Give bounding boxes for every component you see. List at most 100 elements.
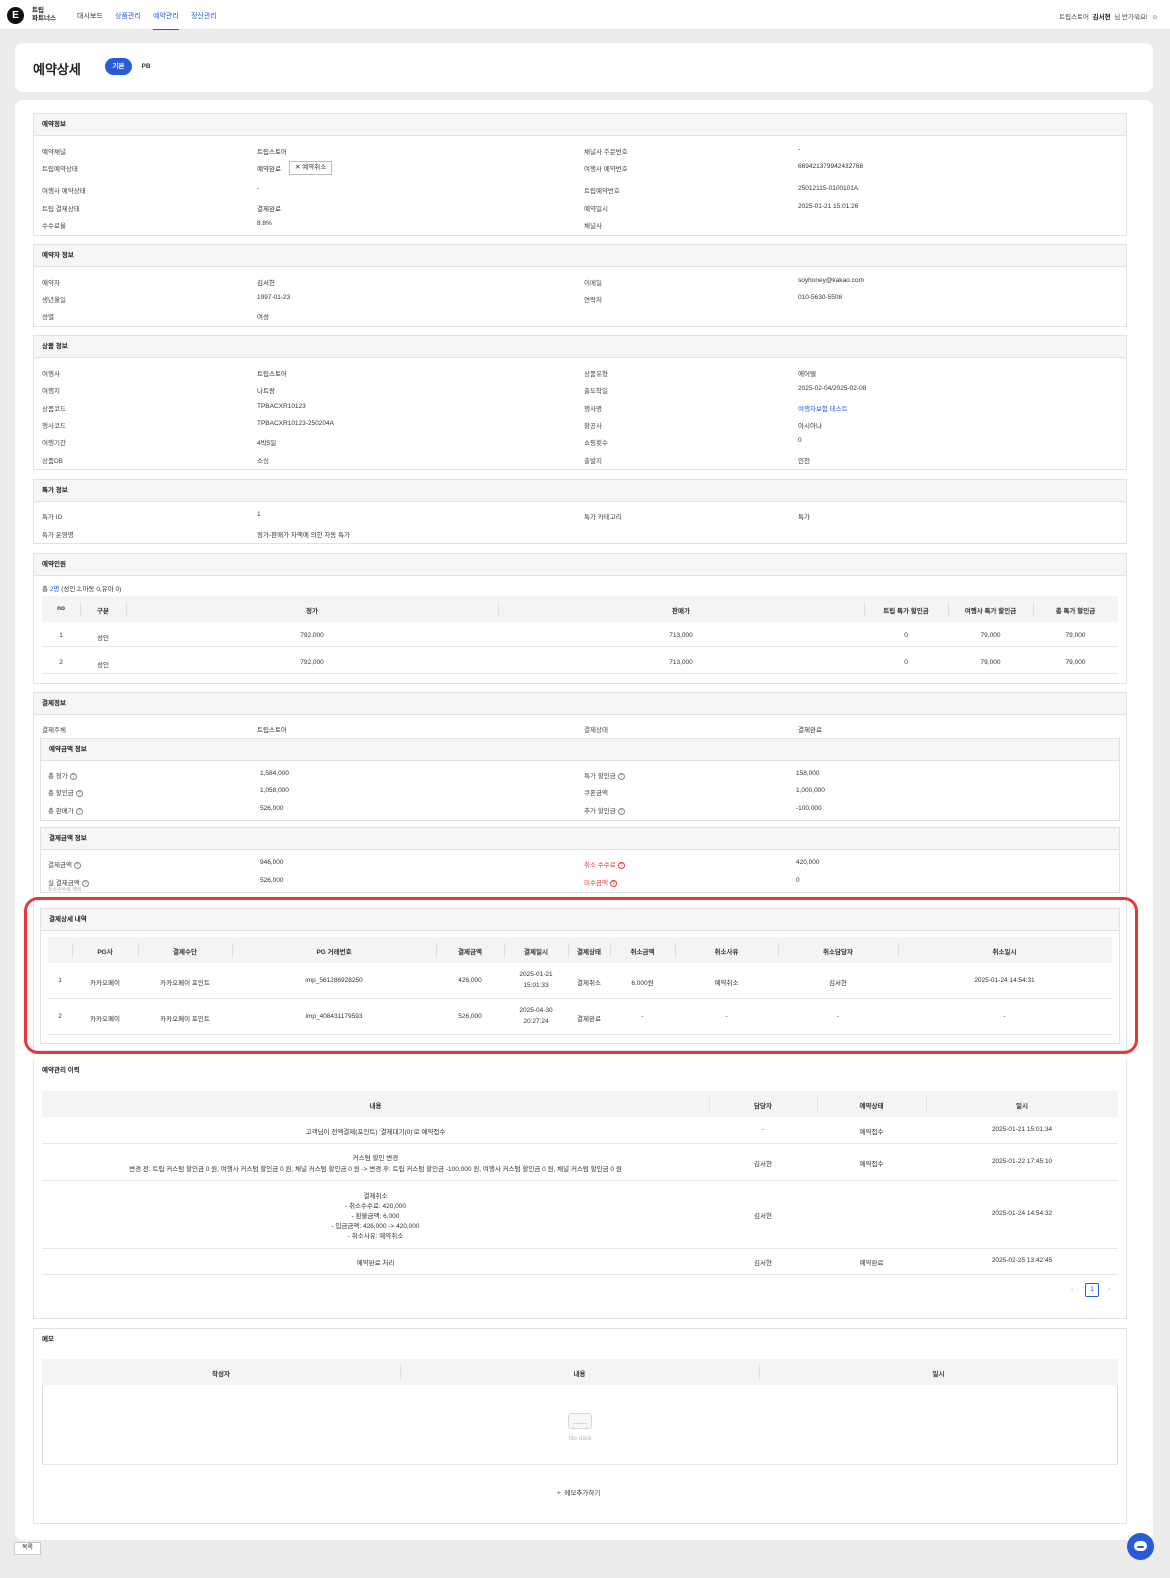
store-name: 트립스토어: [1059, 14, 1090, 21]
nav-link-reservations[interactable]: 예약관리: [153, 11, 179, 30]
table-cell: 2025-04-30: [519, 1007, 553, 1014]
table-cell: 예약취소: [714, 980, 739, 987]
user-icon[interactable]: ☺: [1151, 14, 1158, 21]
column-divider: [898, 943, 899, 957]
table-column-header: 결제수단: [173, 949, 197, 956]
table-column-header: 예약상태: [859, 1103, 884, 1110]
row-divider: [48, 1034, 1112, 1035]
field-value-text: TPBACXR10123: [257, 403, 306, 410]
field-label-text: 결제금액: [48, 862, 72, 869]
field-label: 여행기간: [42, 437, 66, 447]
question-icon[interactable]: ?: [75, 789, 83, 797]
question-icon[interactable]: ?: [617, 861, 625, 869]
chat-icon[interactable]: [1127, 1533, 1154, 1560]
subsection-title: 예약금액 정보: [41, 739, 1119, 761]
field-label-text: 행사명: [584, 406, 602, 413]
field-value: 트립스토어: [257, 368, 287, 378]
question-icon[interactable]: ?: [609, 879, 617, 887]
column-divider: [948, 602, 949, 616]
column-divider: [400, 1365, 401, 1379]
history-date: 2025-01-24 14:54:32: [991, 1210, 1053, 1217]
table-column-header: 결제금액: [458, 949, 482, 956]
row-divider: [42, 1180, 1118, 1181]
table-cell: -: [1003, 1013, 1006, 1020]
logo-line-1: 트립: [32, 7, 44, 14]
table-cell: 79,000: [1065, 632, 1086, 639]
field-value: 158,000: [796, 770, 820, 777]
column-divider: [72, 943, 73, 957]
field-value: 여성: [257, 311, 269, 321]
field-label-text: 상품유형: [584, 371, 608, 378]
history-manager: 김서현: [754, 1160, 772, 1168]
column-divider: [498, 602, 499, 616]
plus-icon: +: [557, 1490, 561, 1497]
table-column-header: 결제상태: [577, 949, 601, 956]
logo-icon[interactable]: E: [7, 7, 24, 24]
field-label-text: 예약채널: [42, 149, 66, 156]
field-value: 1,000,000: [796, 787, 825, 794]
history-manager: 김서현: [754, 1260, 772, 1267]
field-value-text: 특가: [798, 514, 810, 521]
back-to-list-button[interactable]: 목록: [14, 1542, 41, 1555]
field-label: 수수료율: [42, 220, 66, 230]
field-value-text: soyhoney@kakao.com: [798, 277, 864, 284]
table-cell: 2: [58, 1013, 62, 1020]
event-name-link[interactable]: 여행자보험 테스트: [798, 403, 848, 413]
field-label: 행사명: [584, 403, 602, 413]
field-value-text: 1997-01-23: [257, 294, 291, 301]
column-divider: [675, 943, 676, 957]
field-value-text: 트립스토어: [257, 149, 287, 156]
column-divider: [1033, 602, 1034, 616]
reservation-amount-subsection: 예약금액 정보: [40, 738, 1120, 821]
nav-link-settlement[interactable]: 정산관리: [191, 11, 217, 21]
add-memo-button[interactable]: + 메모추가하기: [557, 1487, 600, 1497]
table-cell: 713,000: [669, 659, 693, 666]
question-icon[interactable]: ?: [73, 861, 81, 869]
question-icon[interactable]: ?: [69, 772, 77, 780]
question-icon[interactable]: ?: [617, 772, 625, 780]
field-value: 예약완료: [257, 163, 281, 173]
field-value: -: [257, 185, 259, 192]
field-label: 실 결제금액?: [48, 877, 89, 887]
field-value: 트립스토어: [257, 727, 287, 734]
field-value: 에어텔: [798, 368, 816, 378]
tab-basic[interactable]: 기본: [105, 58, 132, 75]
table-cell: 2: [59, 659, 63, 666]
history-status: 예약접수: [859, 1129, 884, 1136]
field-value-text: 인천: [798, 458, 810, 465]
field-value: 526,000: [260, 805, 284, 812]
page-title: 예약상세: [33, 62, 81, 77]
question-icon[interactable]: ?: [617, 807, 625, 815]
field-value: 1: [257, 511, 261, 518]
section-title: 특가 정보: [34, 480, 1126, 502]
table-cell: 결제취소: [577, 980, 601, 987]
nav-link-dashboard[interactable]: 대시보드: [77, 11, 103, 21]
field-label-text: 쿠폰금액: [584, 790, 608, 797]
pager-prev-icon[interactable]: ‹: [1071, 1286, 1073, 1293]
field-value: 트립스토어: [257, 146, 287, 156]
history-content-line: - 입금금액: 426,000 -> 420,000: [331, 1223, 420, 1231]
history-manager: -: [761, 1126, 765, 1133]
table-column-header: 일시: [932, 1371, 945, 1378]
column-divider: [778, 943, 779, 957]
table-column-header: PG 거래번호: [316, 949, 352, 956]
question-icon[interactable]: ?: [81, 879, 89, 887]
pager-next-icon[interactable]: ›: [1108, 1286, 1110, 1293]
table-cell: 카카오페이: [90, 1016, 120, 1023]
table-cell: 성인: [97, 662, 109, 669]
tab-pb[interactable]: PB: [135, 58, 157, 75]
pager-page-current[interactable]: 1: [1085, 1283, 1099, 1297]
field-value-text: 010-5630-5508: [798, 294, 843, 301]
table-column-header: 구분: [97, 608, 109, 615]
nav-link-products[interactable]: 상품관리: [115, 11, 141, 21]
field-label-text: 수수료율: [42, 223, 66, 230]
field-label: 여행사: [42, 368, 60, 378]
cancel-reservation-button[interactable]: ✕ 예약취소: [289, 161, 333, 175]
field-value: 946,000: [260, 859, 284, 866]
table-cell: 1: [59, 632, 63, 639]
table-column-header: PG사: [97, 949, 113, 956]
field-label: 출발지: [584, 455, 602, 465]
empty-state: No data: [552, 1413, 608, 1442]
field-label: 상품유형: [584, 368, 608, 378]
question-icon[interactable]: ?: [75, 807, 83, 815]
